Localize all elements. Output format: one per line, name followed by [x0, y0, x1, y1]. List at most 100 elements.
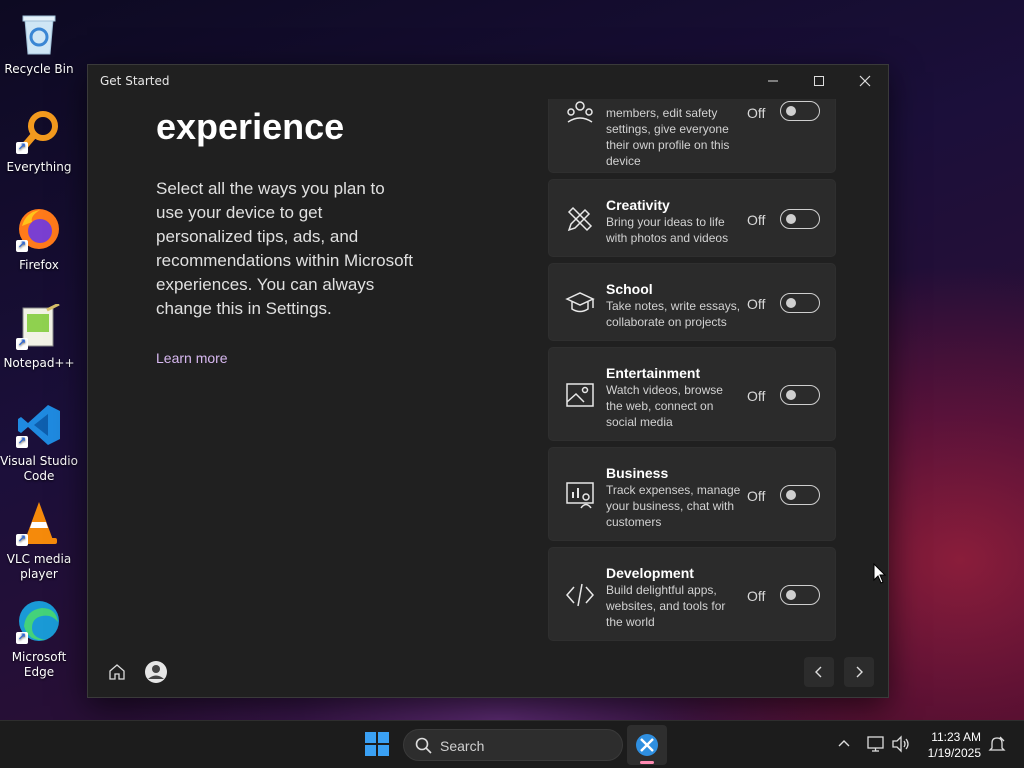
card-text: Business Track expenses, manage your bus…: [606, 464, 741, 530]
home-button[interactable]: [102, 657, 132, 687]
chevron-up-icon: [838, 740, 850, 747]
desktop-icon-recycle-bin[interactable]: Recycle Bin: [0, 8, 78, 77]
clock-date: 1/19/2025: [927, 746, 981, 760]
search-icon: [415, 737, 432, 754]
card-text: Creativity Bring your ideas to life with…: [606, 196, 741, 246]
experience-card-business[interactable]: Business Track expenses, manage your bus…: [548, 447, 836, 541]
minimize-button[interactable]: [750, 65, 796, 97]
page-heading: experience: [156, 106, 345, 147]
toggle-state-label: Off: [747, 296, 766, 312]
close-button[interactable]: [842, 65, 888, 97]
chevron-left-icon: [815, 666, 822, 678]
toggle-state-label: Off: [747, 388, 766, 404]
family-icon: [567, 101, 593, 123]
learn-more-link[interactable]: Learn more: [156, 350, 228, 366]
back-button[interactable]: [804, 657, 834, 687]
shortcut-arrow-icon: ↗: [16, 534, 28, 546]
home-icon: [109, 664, 125, 680]
desktop-icon-notepad-plus-plus[interactable]: ↗ Notepad++: [0, 302, 78, 371]
network-icon: [867, 736, 884, 752]
experience-card-school[interactable]: School Take notes, write essays, collabo…: [548, 263, 836, 341]
desktop-icon-everything[interactable]: ↗ Everything: [0, 106, 78, 175]
picture-icon: [566, 383, 594, 407]
school-toggle[interactable]: [780, 293, 820, 313]
clock-time: 11:23 AM: [931, 730, 981, 744]
maximize-icon: [814, 76, 824, 86]
card-text: School Take notes, write essays, collabo…: [606, 280, 741, 330]
code-icon: [566, 583, 594, 607]
card-title: Entertainment: [606, 365, 701, 381]
vlc-cone-icon: ↗: [14, 498, 64, 548]
page-description: Select all the ways you plan to use your…: [156, 179, 413, 318]
windows-logo-icon: [365, 732, 389, 756]
vscode-icon: ↗: [14, 400, 64, 450]
desktop-icon-label: Visual Studio Code: [0, 454, 78, 483]
shortcut-arrow-icon: ↗: [16, 338, 28, 350]
creativity-toggle[interactable]: [780, 209, 820, 229]
shortcut-arrow-icon: ↗: [16, 632, 28, 644]
taskbar: Search 11:23 AM 1/19/2025: [0, 720, 1024, 768]
next-button[interactable]: [844, 657, 874, 687]
entertainment-toggle[interactable]: [780, 385, 820, 405]
desktop-icon-firefox[interactable]: ↗ Firefox: [0, 204, 78, 273]
experience-card-family[interactable]: members, edit safety settings, give ever…: [548, 99, 836, 173]
experience-card-development[interactable]: Development Build delightful apps, websi…: [548, 547, 836, 641]
desktop-icon-vscode[interactable]: ↗ Visual Studio Code: [0, 400, 78, 484]
experience-card-entertainment[interactable]: Entertainment Watch videos, browse the w…: [548, 347, 836, 441]
desktop-icon-edge[interactable]: ↗ Microsoft Edge: [0, 596, 78, 680]
toggle-state-label: Off: [747, 212, 766, 228]
desktop-icon-label: Notepad++: [3, 356, 75, 370]
pencil-ruler-icon: [567, 206, 593, 232]
card-subtitle: Take notes, write essays, collaborate on…: [606, 299, 741, 329]
experience-card-creativity[interactable]: Creativity Bring your ideas to life with…: [548, 179, 836, 257]
family-toggle[interactable]: [780, 101, 820, 121]
get-started-window: Get Started experience Select all the wa…: [87, 64, 889, 698]
title-bar[interactable]: Get Started: [88, 65, 888, 97]
business-toggle[interactable]: [780, 485, 820, 505]
search-label: Search: [440, 738, 485, 754]
desktop-icon-label: Firefox: [19, 258, 59, 272]
development-toggle[interactable]: [780, 585, 820, 605]
graduation-cap-icon: [565, 292, 595, 313]
toggle-state-label: Off: [747, 588, 766, 604]
recycle-bin-icon: [14, 8, 64, 58]
account-button[interactable]: [141, 657, 171, 687]
window-title: Get Started: [100, 74, 170, 88]
toggle-state-label: Off: [747, 488, 766, 504]
card-text: members, edit safety settings, give ever…: [606, 105, 741, 169]
notifications-button[interactable]: [988, 735, 1006, 757]
business-chart-icon: [566, 482, 594, 509]
edge-icon: ↗: [14, 596, 64, 646]
avatar-icon: [145, 661, 167, 683]
start-button[interactable]: [364, 731, 394, 759]
desktop-icon-label: VLC media player: [6, 552, 72, 581]
minimize-icon: [768, 80, 778, 82]
intro-pane: experience Select all the ways you plan …: [156, 103, 456, 367]
card-title: Business: [606, 465, 669, 481]
speaker-icon: [892, 735, 909, 753]
card-subtitle: Build delightful apps, websites, and too…: [606, 583, 726, 629]
show-hidden-icons-button[interactable]: [836, 735, 852, 755]
card-subtitle: Bring your ideas to life with photos and…: [606, 215, 729, 245]
toggle-state-label: Off: [747, 105, 766, 121]
firefox-icon: ↗: [14, 204, 64, 254]
taskbar-search-box[interactable]: Search: [403, 729, 623, 761]
notepad-plus-plus-icon: ↗: [14, 302, 64, 352]
mouse-cursor-icon: [873, 563, 887, 584]
card-title: Creativity: [606, 197, 670, 213]
desktop-icon-vlc[interactable]: ↗ VLC media player: [0, 498, 78, 582]
taskbar-app-get-started[interactable]: [627, 725, 667, 765]
card-subtitle: members, edit safety settings, give ever…: [606, 106, 730, 168]
network-button[interactable]: [866, 735, 886, 757]
chevron-right-icon: [856, 666, 863, 678]
card-text: Entertainment Watch videos, browse the w…: [606, 364, 741, 430]
maximize-button[interactable]: [796, 65, 842, 97]
volume-button[interactable]: [891, 735, 911, 757]
notification-bell-icon: [988, 736, 1006, 751]
get-started-app-icon: [636, 734, 658, 756]
card-subtitle: Track expenses, manage your business, ch…: [606, 483, 741, 529]
experience-cards-list[interactable]: members, edit safety settings, give ever…: [548, 99, 838, 643]
close-icon: [859, 75, 871, 87]
card-title: Development: [606, 565, 694, 581]
clock[interactable]: 11:23 AM 1/19/2025: [928, 729, 981, 761]
